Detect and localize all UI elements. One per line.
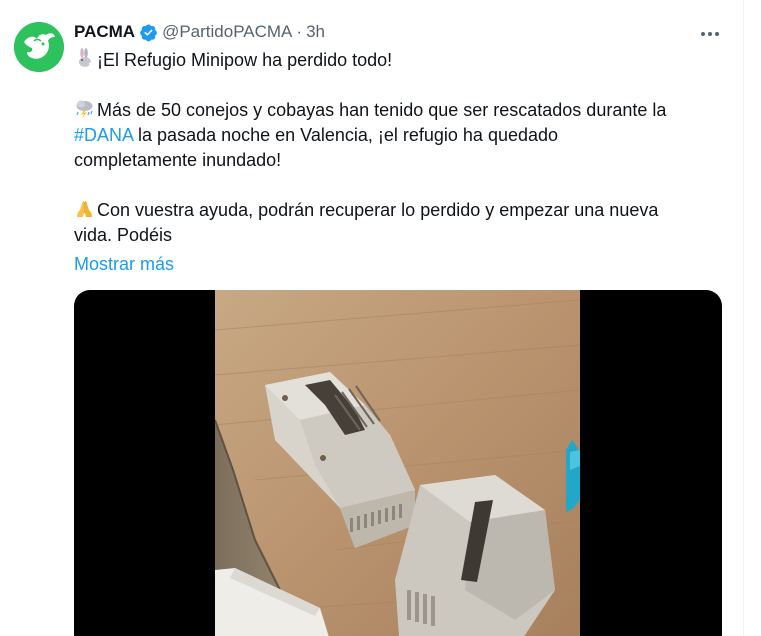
- text-line-4: completamente inundado!: [74, 148, 722, 173]
- tweet[interactable]: PACMA @PartidoPACMA · 3h ¡El Refugio Min…: [0, 0, 761, 636]
- text-line-5: Con vuestra ayuda, podrán recuperar lo p…: [74, 198, 722, 223]
- user-handle[interactable]: @PartidoPACMA: [162, 20, 292, 44]
- text-line-6-content: vida. Podéis: [74, 225, 173, 245]
- tweet-text: ¡El Refugio Minipow ha perdido todo! Más…: [74, 48, 722, 248]
- hashtag-link[interactable]: #DANA: [74, 125, 133, 145]
- text-line-5-content: Con vuestra ayuda, podrán recuperar lo p…: [97, 200, 659, 220]
- display-name[interactable]: PACMA: [74, 20, 135, 44]
- more-options-icon: [701, 32, 719, 36]
- text-line-4-content: completamente inundado!: [74, 150, 282, 170]
- text-line-2: Más de 50 conejos y cobayas han tenido q…: [74, 98, 722, 123]
- pacma-bull-logo-icon: [14, 22, 64, 72]
- column-divider: [743, 0, 744, 636]
- tweet-video[interactable]: [74, 290, 722, 636]
- video-thumbnail: [215, 290, 580, 636]
- verified-badge-icon[interactable]: [139, 23, 158, 42]
- avatar[interactable]: [14, 22, 64, 72]
- tweet-header: PACMA @PartidoPACMA · 3h: [74, 20, 724, 44]
- text-line-1-content: ¡El Refugio Minipow ha perdido todo!: [97, 50, 393, 70]
- storm-cloud-emoji-icon: [74, 98, 95, 119]
- more-options-button[interactable]: [697, 22, 723, 46]
- blue-object-thumbnail: [566, 440, 580, 512]
- tweet-content: PACMA @PartidoPACMA · 3h ¡El Refugio Min…: [74, 20, 724, 277]
- text-line-6: vida. Podéis: [74, 223, 722, 248]
- text-line-3: #DANA la pasada noche en Valencia, ¡el r…: [74, 123, 722, 148]
- text-line-1: ¡El Refugio Minipow ha perdido todo!: [74, 48, 722, 73]
- timestamp[interactable]: 3h: [306, 20, 325, 44]
- folded-hands-emoji-icon: [74, 198, 95, 219]
- show-more-link[interactable]: Mostrar más: [74, 252, 174, 277]
- rabbit-emoji-icon: [74, 48, 95, 69]
- text-line-3-content: la pasada noche en Valencia, ¡el refugio…: [133, 125, 559, 145]
- separator-dot: ·: [296, 22, 303, 41]
- text-line-2-content: Más de 50 conejos y cobayas han tenido q…: [97, 100, 667, 120]
